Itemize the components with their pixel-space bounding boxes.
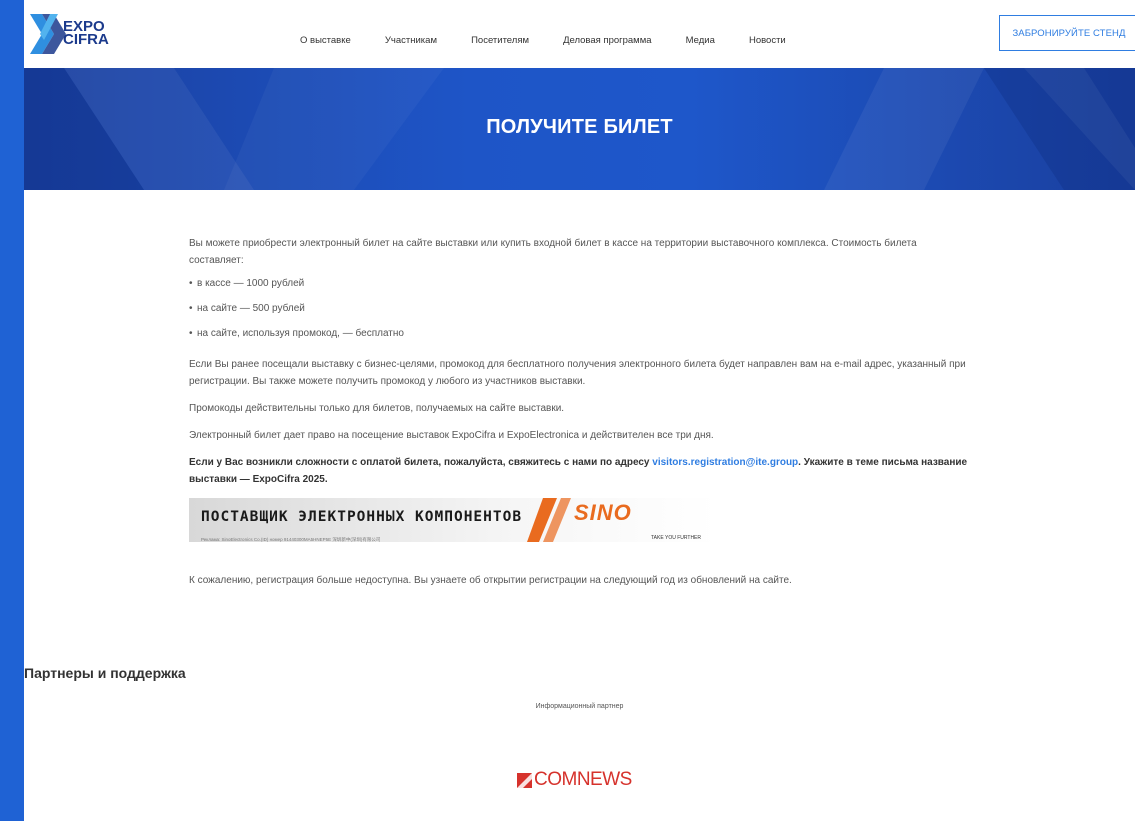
partner-type-label: Информационный партнер xyxy=(535,703,624,710)
main-nav: О выставке Участникам Посетителям Делова… xyxy=(300,28,815,46)
contact-prefix: Если у Вас возникли сложности с оплатой … xyxy=(189,457,653,468)
nav-business-program[interactable]: Деловая программа xyxy=(563,35,651,46)
banner-text: ПОСТАВЩИК ЭЛЕКТРОННЫХ КОМПОНЕНТОВ xyxy=(201,509,523,525)
x-logo-icon xyxy=(30,14,66,54)
sponsor-logo: SINO xyxy=(574,500,632,525)
intro-text: Вы можете приобрести электронный билет н… xyxy=(189,238,917,266)
hero-banner: ПОЛУЧИТЕ БИЛЕТ xyxy=(24,68,1135,190)
banner-ad-disclaimer: Реклама: SinoElectronics Co.(ID) номер 9… xyxy=(201,537,381,542)
nav-about[interactable]: О выставке xyxy=(300,35,351,46)
price-item: на сайте, используя промокод, — бесплатн… xyxy=(189,325,974,342)
contact-email-link[interactable]: visitors.registration@ite.group xyxy=(652,457,798,468)
page-title: ПОЛУЧИТЕ БИЛЕТ xyxy=(486,116,673,138)
expocifra-logo[interactable]: EXPO CIFRA xyxy=(30,14,140,56)
ticket-validity: Электронный билет дает право на посещени… xyxy=(189,430,714,441)
nav-exhibitors[interactable]: Участникам xyxy=(385,35,437,46)
contact-info: Если у Вас возникли сложности с оплатой … xyxy=(189,454,974,488)
nav-visitors[interactable]: Посетителям xyxy=(471,35,529,46)
comnews-logo[interactable]: COMNEWS xyxy=(517,768,632,792)
price-item: в кассе — 1000 рублей xyxy=(189,275,974,292)
nav-media[interactable]: Медиа xyxy=(686,35,715,46)
page: EXPO CIFRA О выставке Участникам Посетит… xyxy=(24,0,1135,821)
price-item: на сайте — 500 рублей xyxy=(189,300,974,317)
site-header: EXPO CIFRA О выставке Участникам Посетит… xyxy=(24,0,1135,68)
comnews-mark-icon xyxy=(517,772,532,788)
promo-info: Если Вы ранее посещали выставку с бизнес… xyxy=(189,359,966,387)
promo-validity: Промокоды действительны только для билет… xyxy=(189,403,565,414)
book-stand-button[interactable]: ЗАБРОНИРУЙТЕ СТЕНД xyxy=(999,15,1135,51)
nav-news[interactable]: Новости xyxy=(749,35,786,46)
price-list: в кассе — 1000 рублей на сайте — 500 руб… xyxy=(189,275,974,342)
registration-closed-note: К сожалению, регистрация больше недоступ… xyxy=(189,575,792,586)
sponsor-tagline: TAKE YOU FURTHER xyxy=(651,535,702,541)
comnews-text: COMNEWS xyxy=(534,769,632,790)
logo-line-cifra: CIFRA xyxy=(63,31,109,48)
ticket-info: Вы можете приобрести электронный билет н… xyxy=(189,235,974,599)
sponsor-banner[interactable]: ПОСТАВЩИК ЭЛЕКТРОННЫХ КОМПОНЕНТОВ Реклам… xyxy=(189,498,717,542)
partners-heading: Партнеры и поддержка xyxy=(24,665,186,681)
